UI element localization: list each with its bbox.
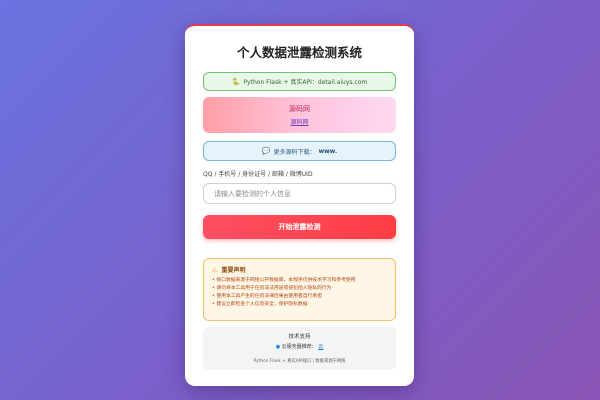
list-item: • 请勿将本工具用于任何非法用途或侵犯他人隐私的行为: [212, 286, 332, 291]
sponsor-line: ● 云服务器推荐： 云: [203, 343, 396, 350]
snake-icon: 🐍: [231, 77, 241, 86]
support-title: 技术支持: [288, 334, 311, 340]
detection-card: 个人数据泄露检测系统 🐍 Python Flask + 真实API：detail…: [185, 24, 414, 386]
warning-icon: ⚠: [212, 267, 218, 274]
footer: 技术支持 ● 云服务器推荐： 云 Python Flask + 真实API接口 …: [203, 327, 396, 370]
more-downloads-text: 更多源码下载：: [273, 148, 316, 156]
more-downloads-banner: 💬 更多源码下载： www.: [203, 141, 396, 161]
cloud-icon: ●: [275, 344, 281, 350]
chat-icon: 💬: [261, 147, 271, 155]
sponsor-label: 云服务器推荐：: [281, 344, 317, 350]
sponsor-link[interactable]: 云: [318, 344, 323, 350]
start-detection-button[interactable]: 开始泄露检测: [203, 215, 396, 239]
page-title: 个人数据泄露检测系统: [236, 45, 362, 60]
search-input[interactable]: 请输入要检测的个人信息: [203, 183, 396, 204]
disclaimer-heading: ⚠ 重要声明: [212, 265, 387, 274]
source-banner-link[interactable]: 源码网: [290, 117, 308, 126]
more-downloads-link[interactable]: www.: [319, 148, 338, 155]
footer-credit: Python Flask + 真实API接口 | 数据来源于网络: [253, 359, 346, 364]
disclaimer-title: 重要声明: [221, 267, 246, 274]
search-label: QQ / 手机号 / 身份证号 / 邮箱 / 微博UID: [203, 171, 313, 178]
list-item: • 接口数据来源于网络公开数据库，本程序仅供技术学习和参考使用: [212, 278, 356, 283]
tech-badge-text: Python Flask + 真实API：detail.aiuys.com: [243, 79, 368, 86]
list-item: • 建议立即检查个人信息安全，保护隐私数据: [212, 302, 308, 307]
source-banner[interactable]: 源码网 源码网: [203, 97, 396, 133]
list-item: • 使用本工具产生的任何法律后果由使用者自行承担: [212, 294, 322, 299]
source-banner-title: 源码网: [289, 105, 310, 113]
disclaimer-box: ⚠ 重要声明 • 接口数据来源于网络公开数据库，本程序仅供技术学习和参考使用 •…: [203, 258, 396, 321]
tech-badge: 🐍 Python Flask + 真实API：detail.aiuys.com: [203, 72, 396, 91]
